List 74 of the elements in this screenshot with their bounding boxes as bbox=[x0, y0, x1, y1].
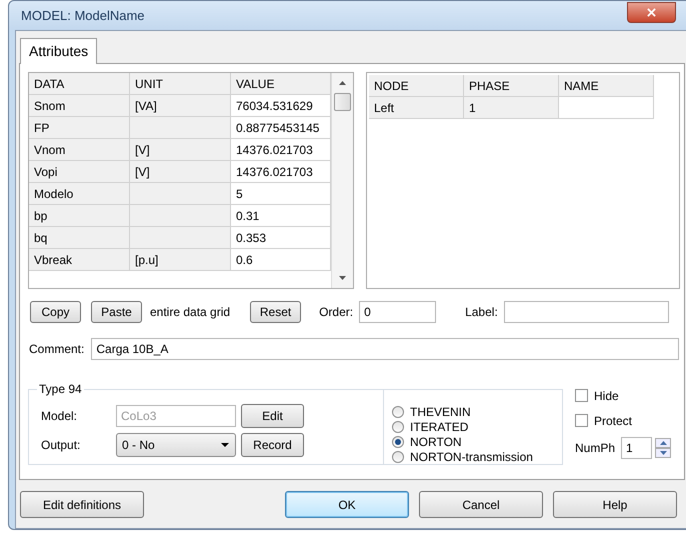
paste-button[interactable]: Paste bbox=[91, 301, 142, 323]
table-cell[interactable]: 0.353 bbox=[231, 227, 331, 249]
reset-button[interactable]: Reset bbox=[250, 301, 302, 323]
field-label: Output: bbox=[41, 438, 82, 452]
scrollbar[interactable] bbox=[331, 73, 353, 288]
radio-button[interactable] bbox=[392, 406, 404, 418]
checkbox-label: Protect bbox=[594, 414, 632, 428]
field-label: NumPh bbox=[575, 441, 616, 455]
table-cell[interactable]: 14376.021703 bbox=[231, 139, 331, 161]
column-header: UNIT bbox=[130, 73, 231, 95]
tab[interactable]: Attributes bbox=[20, 38, 98, 64]
up-arrow-icon[interactable] bbox=[660, 441, 667, 445]
record-button[interactable]: Record bbox=[241, 433, 304, 457]
down-arrow-icon[interactable] bbox=[339, 276, 346, 280]
table-cell: Modelo bbox=[29, 183, 130, 205]
column-header: NAME bbox=[559, 75, 654, 97]
table-cell: [VA] bbox=[130, 95, 231, 117]
table-cell: 1 bbox=[464, 97, 559, 119]
table-cell: Vbreak bbox=[29, 249, 130, 271]
option-label: NORTON-transmission bbox=[410, 450, 533, 464]
radio-button[interactable] bbox=[392, 436, 404, 448]
checkbox[interactable] bbox=[575, 414, 588, 427]
table-cell: FP bbox=[29, 117, 130, 139]
dialog-button[interactable]: OK bbox=[285, 491, 409, 518]
spinner[interactable] bbox=[655, 438, 672, 458]
field-label: Comment: bbox=[29, 342, 84, 356]
label-field[interactable] bbox=[504, 301, 669, 323]
group-title: Type 94 bbox=[37, 382, 84, 396]
checkbox-label: Hide bbox=[594, 388, 619, 402]
dropdown-arrow-icon[interactable] bbox=[221, 443, 229, 447]
comment-field[interactable]: Carga 10B_A bbox=[91, 338, 680, 360]
order-field[interactable]: 0 bbox=[359, 301, 436, 323]
table-cell: [V] bbox=[130, 161, 231, 183]
close-button[interactable] bbox=[627, 2, 676, 23]
option-label: NORTON bbox=[410, 434, 462, 448]
table-cell: [V] bbox=[130, 139, 231, 161]
table-cell: Vnom bbox=[29, 139, 130, 161]
table-cell: Left bbox=[369, 97, 464, 119]
field-label: Label: bbox=[465, 305, 498, 319]
dialog-button[interactable]: Help bbox=[553, 491, 677, 518]
option-label: ITERATED bbox=[410, 420, 468, 434]
dialog-button[interactable]: Cancel bbox=[419, 491, 543, 518]
table-cell[interactable]: 76034.531629 bbox=[231, 95, 331, 117]
column-header: DATA bbox=[29, 73, 130, 95]
field-label: Model: bbox=[41, 409, 78, 423]
numph-field[interactable]: 1 bbox=[621, 437, 652, 459]
checkbox[interactable] bbox=[575, 389, 588, 402]
field-label: Order: bbox=[319, 305, 354, 319]
table-cell[interactable]: 14376.021703 bbox=[231, 161, 331, 183]
table-cell[interactable]: 0.6 bbox=[231, 249, 331, 271]
scroll-thumb[interactable] bbox=[334, 93, 351, 111]
copy-button[interactable]: Copy bbox=[30, 301, 81, 323]
table-cell: Vopi bbox=[29, 161, 130, 183]
down-arrow-icon[interactable] bbox=[660, 451, 667, 455]
column-header: VALUE bbox=[231, 73, 331, 95]
column-header: NODE bbox=[369, 75, 464, 97]
table-cell: [p.u] bbox=[130, 249, 231, 271]
column-header: PHASE bbox=[464, 75, 559, 97]
window-title: MODEL: ModelName bbox=[21, 8, 145, 23]
option-label: THEVENIN bbox=[410, 404, 471, 418]
table-cell: Snom bbox=[29, 95, 130, 117]
radio-button[interactable] bbox=[392, 450, 404, 462]
table-cell[interactable]: 0.88775453145 bbox=[231, 117, 331, 139]
table-cell: bq bbox=[29, 227, 130, 249]
table-cell: bp bbox=[29, 205, 130, 227]
table-cell[interactable]: 5 bbox=[231, 183, 331, 205]
dialog-button[interactable]: Edit definitions bbox=[20, 491, 144, 518]
grid-note: entire data grid bbox=[150, 305, 230, 319]
table-cell[interactable]: 0.31 bbox=[231, 205, 331, 227]
edit-button[interactable]: Edit bbox=[241, 404, 304, 428]
close-icon bbox=[647, 8, 656, 17]
output-dropdown[interactable]: 0 - No bbox=[116, 433, 236, 457]
radio-button[interactable] bbox=[392, 420, 404, 432]
up-arrow-icon[interactable] bbox=[339, 81, 346, 85]
